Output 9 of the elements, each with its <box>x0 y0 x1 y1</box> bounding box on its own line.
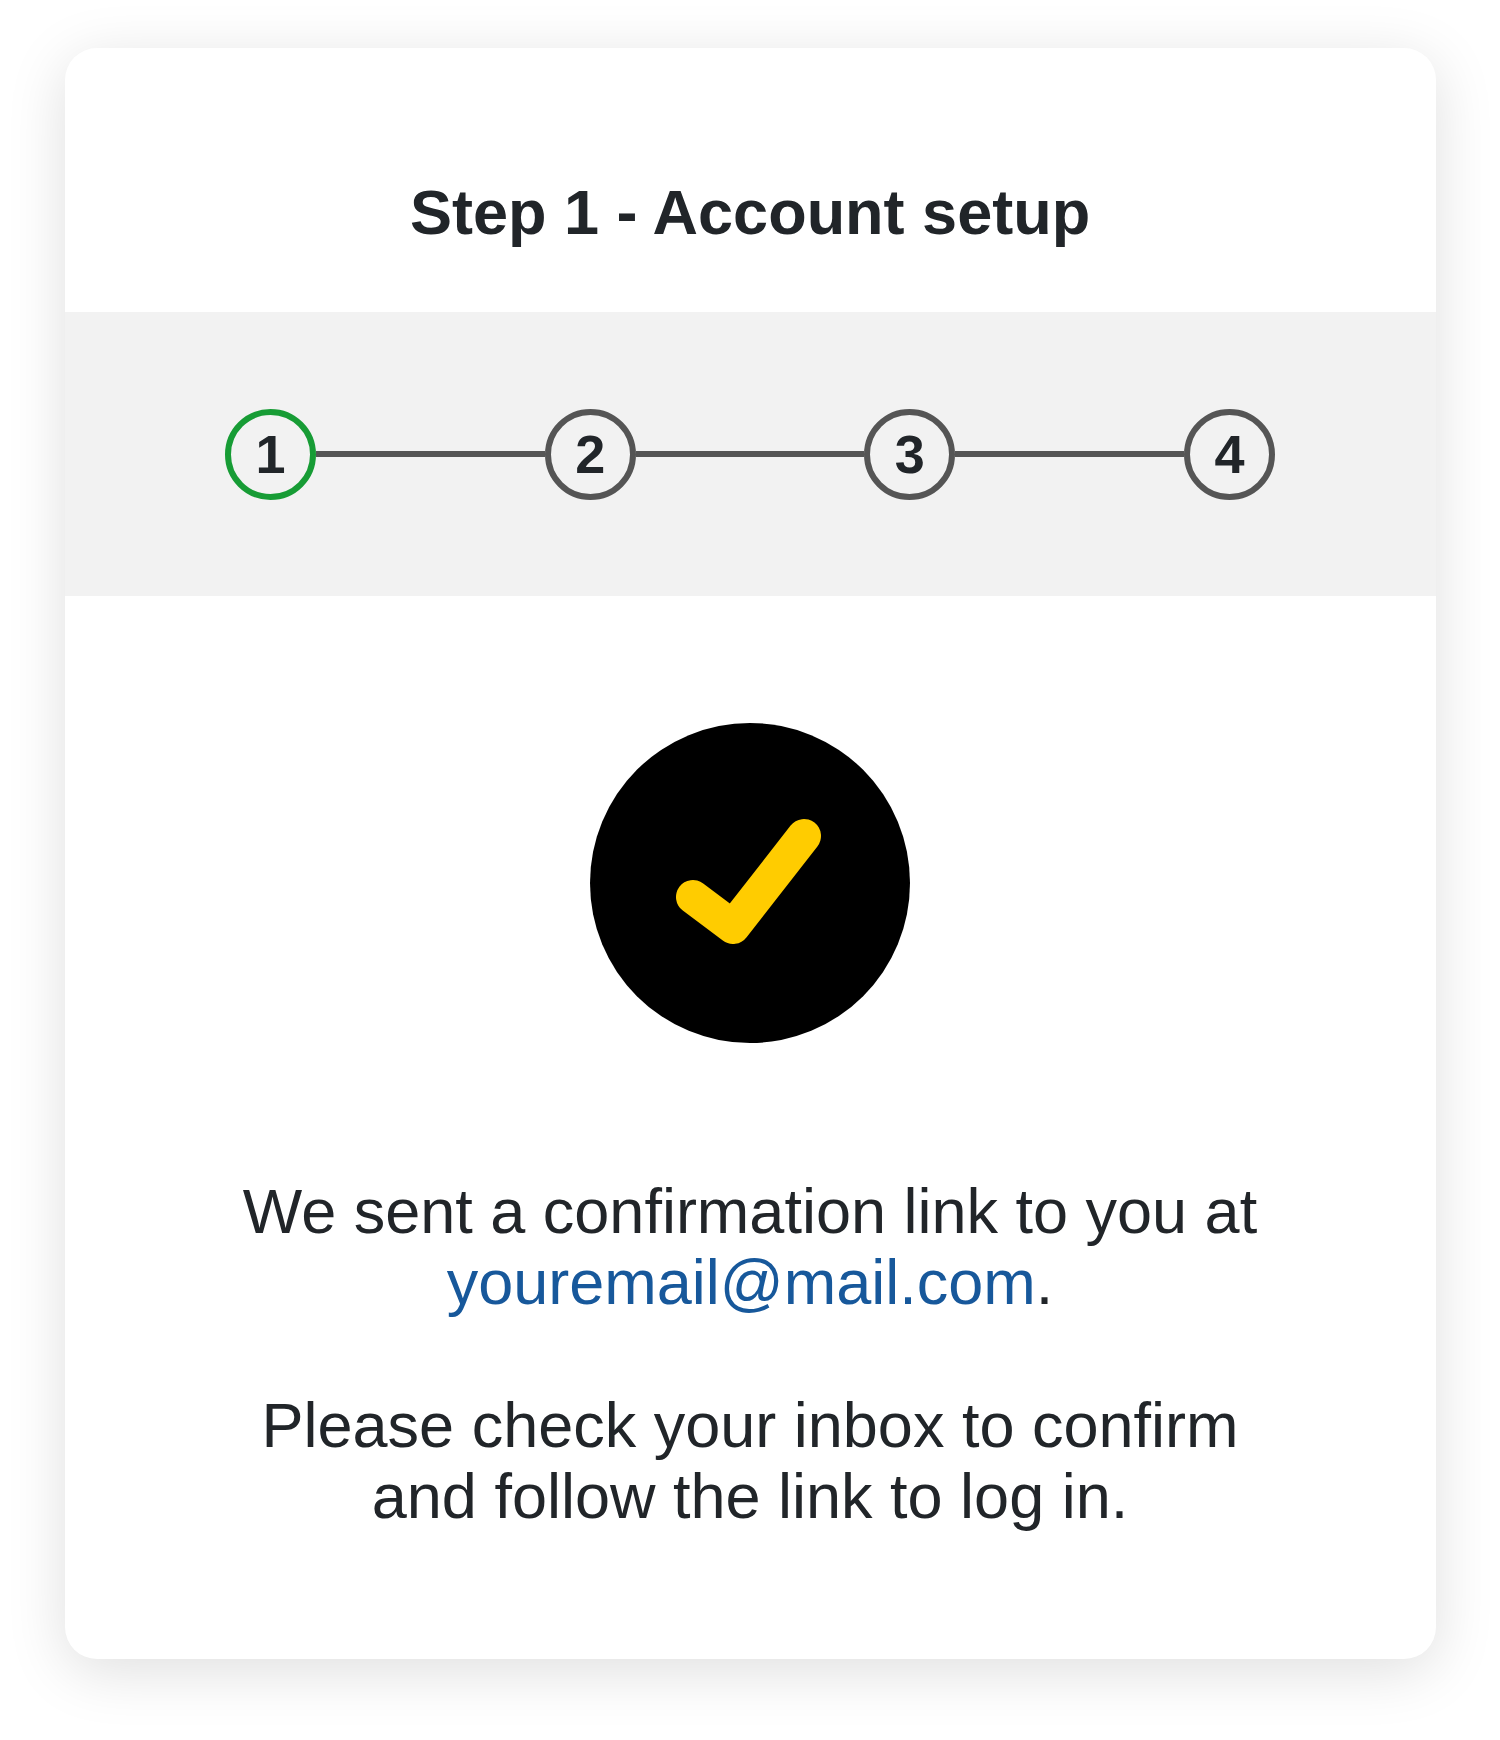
step-indicator: 4 <box>1184 408 1275 500</box>
confirmation-message: We sent a confirmation link to you at youremail@mail.com. <box>241 1176 1259 1318</box>
step-indicator: 3 <box>864 408 956 500</box>
check-circle-icon <box>590 723 910 1043</box>
step-indicator: 1 <box>225 408 316 500</box>
email-link[interactable]: youremail@mail.com <box>446 1247 1036 1317</box>
page-title: Step 1 - Account setup <box>409 176 1091 248</box>
step-indicator: 2 <box>544 408 636 500</box>
instructions-message: Please check your inbox to confirm and follow the link to log in. <box>260 1390 1240 1532</box>
